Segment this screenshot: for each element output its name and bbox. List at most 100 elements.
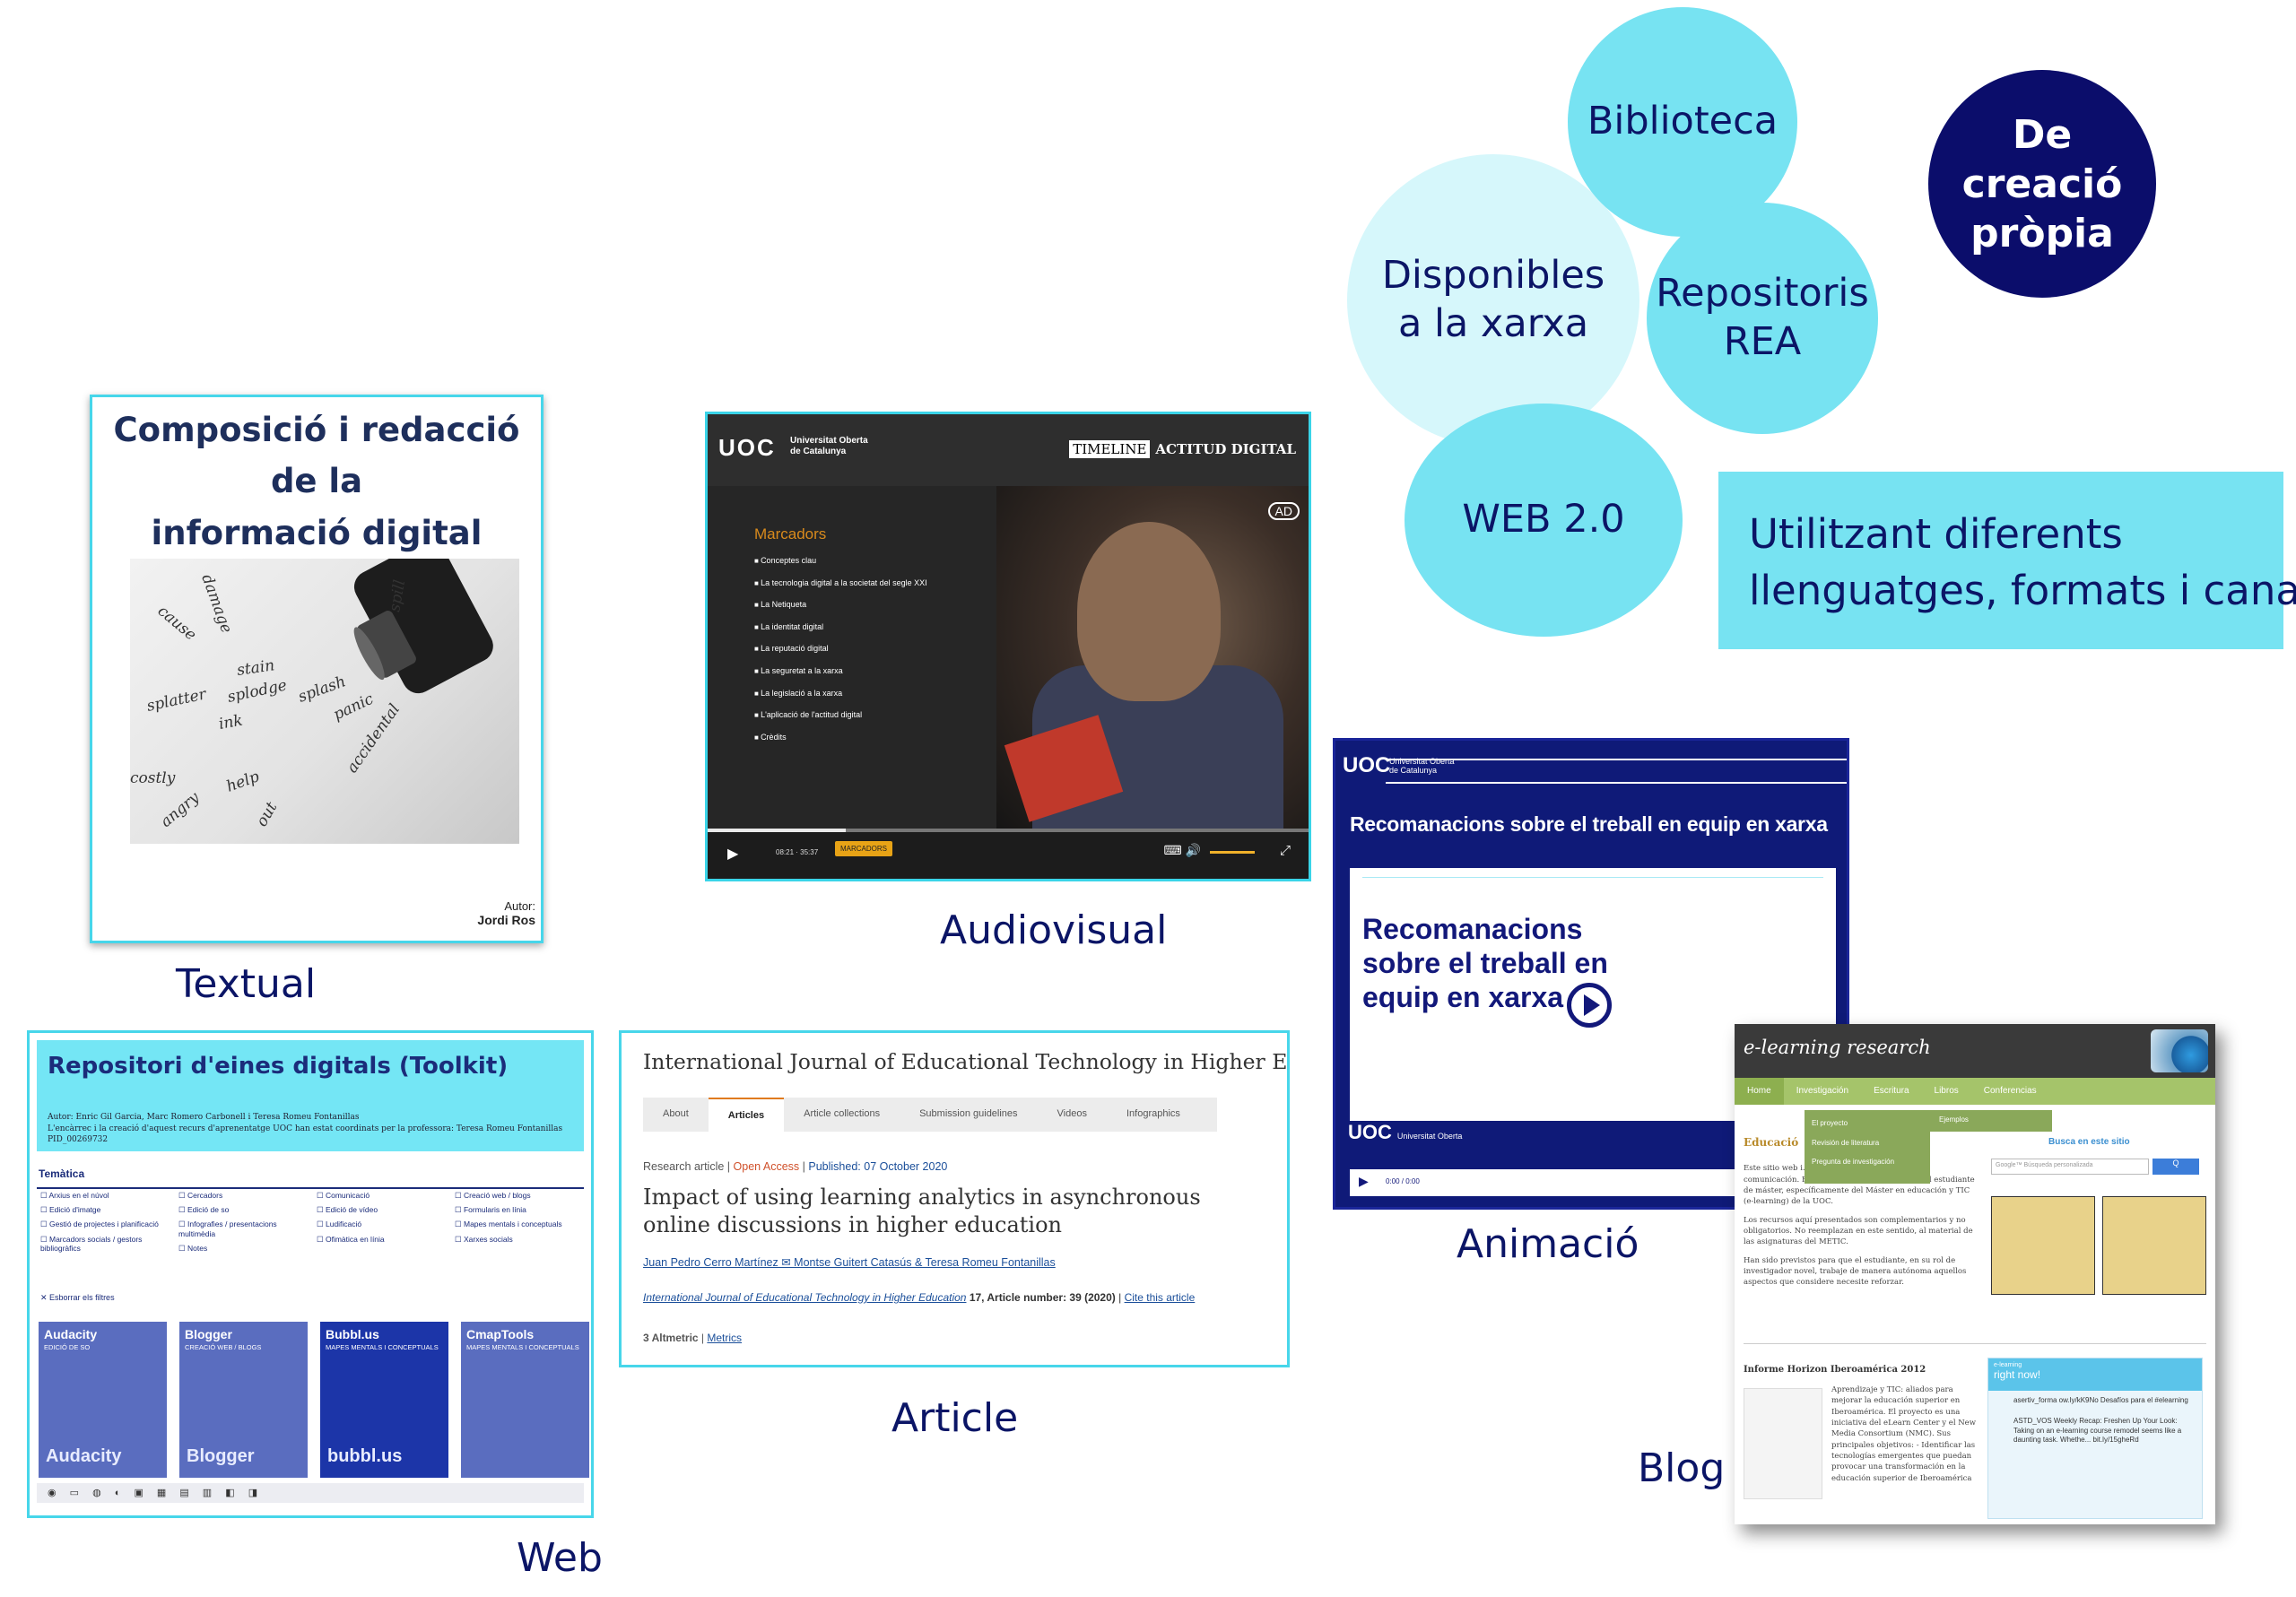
av-menu-item[interactable]: La reputació digital (754, 644, 996, 666)
textual-document-thumbnail[interactable]: Composició i redacció de la informació d… (90, 395, 544, 943)
filter-checkbox[interactable]: Formularis en línia (455, 1205, 587, 1214)
blog-header: e-learning research (1735, 1024, 2215, 1078)
web-toolkit-thumbnail[interactable]: Repositori d'eines digitals (Toolkit) Au… (27, 1030, 594, 1518)
av-university-name: Universitat Oberta de Catalunya (790, 436, 868, 457)
web-meta-authors: Autor: Enric Gil Garcia, Marc Romero Car… (48, 1113, 360, 1122)
search-icon[interactable]: Q (2152, 1159, 2199, 1175)
filter-checkbox[interactable]: Ofimàtica en línia (317, 1235, 449, 1244)
caption-blog: Blog (1638, 1445, 1726, 1491)
markers-button[interactable]: MARCADORS (835, 841, 893, 856)
av-menu-item[interactable]: Conceptes clau (754, 556, 996, 578)
blog-dropdown-item[interactable]: Pregunta de investigación (1812, 1152, 1923, 1172)
blog-dropdown-submenu[interactable]: Ejemplos (1930, 1110, 2052, 1132)
play-icon[interactable]: ▶ (1359, 1174, 1369, 1189)
av-menu-item[interactable]: La tecnologia digital a la societat del … (754, 578, 996, 601)
journal-tab[interactable]: About (643, 1098, 709, 1132)
journal-tab[interactable]: Videos (1038, 1098, 1107, 1132)
article-thumbnail[interactable]: International Journal of Educational Tec… (619, 1030, 1290, 1367)
filter-checkbox[interactable]: Marcadors socials / gestors bibliogràfic… (40, 1235, 173, 1253)
blog-dropdown-item[interactable]: Revisión de literatura (1812, 1133, 1923, 1153)
filter-checkbox[interactable]: Edició d'imatge (40, 1205, 173, 1214)
av-menu-item[interactable]: L'aplicació de l'actitud digital (754, 710, 996, 733)
journal-tab[interactable]: Infographics (1107, 1098, 1200, 1132)
tool-card-category: MAPES MENTALS I CONCEPTUALS (466, 1343, 579, 1351)
metrics-link[interactable]: Metrics (707, 1332, 742, 1344)
filter-checkbox[interactable]: Xarxes socials (455, 1235, 587, 1244)
web-meta: Autor: Enric Gil Garcia, Marc Romero Car… (48, 1112, 577, 1146)
journal-tab[interactable]: Articles (708, 1098, 785, 1132)
blog-divider (1744, 1343, 2206, 1344)
bubble-propia-line1: De creació (1961, 111, 2123, 207)
blog-nav: Home Investigación Escritura Libros Conferen… (1735, 1078, 2215, 1105)
av-menu-item[interactable]: Crèdits (754, 733, 996, 755)
tool-card[interactable]: Bubbl.us MAPES MENTALS I CONCEPTUALS bubbl… (320, 1322, 448, 1478)
tool-card-name: Bubbl.us (326, 1327, 379, 1341)
journal-tab[interactable]: Submission guidelines (900, 1098, 1037, 1132)
web-section-title: Temàtica (39, 1167, 85, 1180)
article-authors[interactable]: Juan Pedro Cerro Martínez ✉ Montse Guite… (643, 1255, 1056, 1269)
filter-checkbox[interactable]: Gestió de projectes i planificació (40, 1219, 173, 1228)
filter-checkbox[interactable]: Edició de so (178, 1205, 311, 1214)
filter-checkbox[interactable]: Notes (178, 1244, 311, 1253)
av-menu-item[interactable]: La Netiqueta (754, 600, 996, 622)
anim-header: UOC Universitat Oberta de Catalunya (1335, 741, 1847, 807)
anim-title: Recomanacions sobre el treball en equip … (1350, 812, 1828, 836)
av-menu-item[interactable]: La seguretat a la xarxa (754, 666, 996, 689)
volume-icon[interactable]: ⌨ 🔊 (1163, 843, 1201, 858)
play-circle-icon[interactable] (1567, 983, 1612, 1028)
filter-checkbox[interactable]: Edició de vídeo (317, 1205, 449, 1214)
fullscreen-icon[interactable]: ⤢ (1280, 843, 1291, 858)
cite-this-article-link[interactable]: Cite this article (1125, 1291, 1196, 1304)
ink-bottle-illustration: splatter splodgestaininksplashspillpanica… (130, 559, 493, 831)
journal-tab[interactable]: Article collections (784, 1098, 900, 1132)
filter-checkbox[interactable]: Arxius en el núvol (40, 1191, 173, 1200)
av-menu-item[interactable]: La legislació a la xarxa (754, 689, 996, 711)
clear-filters-link[interactable]: ✕ Esborrar els filtres (40, 1293, 115, 1303)
web-title: Repositori d'eines digitals (Toolkit) (48, 1053, 509, 1080)
bubble-propia-line2: pròpia (1970, 210, 2114, 256)
tool-card-logo: Blogger (187, 1446, 255, 1466)
filter-checkbox[interactable]: Creació web / blogs (455, 1191, 587, 1200)
video-frame[interactable]: AD (996, 486, 1309, 834)
filter-checkbox[interactable]: Cercadors (178, 1191, 311, 1200)
comic-panel (1991, 1196, 2095, 1295)
volume-slider[interactable] (1210, 851, 1255, 854)
article-title[interactable]: Impact of using learning analytics in as… (643, 1184, 1217, 1239)
audio-description-icon[interactable]: AD (1267, 502, 1300, 520)
audiovisual-video-thumbnail[interactable]: UOC Universitat Oberta de Catalunya TIME… (705, 412, 1311, 881)
twitter-widget-title: right now! (1994, 1367, 2041, 1381)
blog-search-input[interactable]: Google™ Búsqueda personalizada (1991, 1159, 2149, 1175)
caption-textual: Textual (176, 961, 317, 1007)
tool-card[interactable]: CmapTools MAPES MENTALS I CONCEPTUALS (461, 1322, 589, 1478)
filter-column: Comunicació Edició de vídeo Ludificació Ofi… (317, 1191, 449, 1258)
blog-nav-item[interactable]: Home (1735, 1078, 1784, 1105)
blog-nav-item[interactable]: Investigación (1784, 1078, 1861, 1105)
blog-nav-item[interactable]: Conferencias (1971, 1078, 2049, 1105)
filter-checkbox[interactable]: Ludificació (317, 1219, 449, 1228)
textual-author: Autor: Jordi Ros (477, 899, 535, 927)
filter-checkbox[interactable]: Comunicació (317, 1191, 449, 1200)
blog-dropdown-item[interactable]: El proyecto (1812, 1114, 1923, 1133)
blog-thumbnail[interactable]: e-learning research Home Investigación Esc… (1735, 1024, 2215, 1524)
tool-card[interactable]: Audacity EDICIÓ DE SO Audacity (39, 1322, 167, 1478)
caption-audiovisual: Audiovisual (940, 907, 1168, 953)
published-date: Published: 07 October 2020 (808, 1160, 948, 1173)
tool-card-category: CREACIÓ WEB / BLOGS (185, 1343, 262, 1351)
av-progress-bar[interactable] (708, 829, 1309, 832)
photo-word: out (253, 799, 281, 829)
tweet: asertiv_forma ow.ly/kK9No Desafíos para … (2013, 1396, 2188, 1404)
open-access-label: Open Access (733, 1160, 800, 1173)
bubble-disponibles-line1: Disponibles (1381, 253, 1605, 299)
tool-card[interactable]: Blogger CREACIÓ WEB / BLOGS Blogger (179, 1322, 308, 1478)
video-person (1077, 522, 1221, 701)
play-icon[interactable]: ▶ (727, 845, 738, 863)
blog-nav-item[interactable]: Escritura (1861, 1078, 1921, 1105)
languages-box: Utilitzant diferents llenguatges, format… (1718, 472, 2296, 649)
blog-nav-item[interactable]: Libros (1922, 1078, 1971, 1105)
citation-journal-link[interactable]: International Journal of Educational Tec… (643, 1291, 966, 1304)
blog-search-heading: Busca en este sitio (2048, 1137, 2130, 1147)
av-time: 08:21 · 35:37 (776, 848, 819, 856)
filter-checkbox[interactable]: Infografies / presentacions multimèdia (178, 1219, 311, 1237)
av-menu-item[interactable]: La identitat digital (754, 622, 996, 645)
filter-checkbox[interactable]: Mapes mentals i conceptuals (455, 1219, 587, 1228)
